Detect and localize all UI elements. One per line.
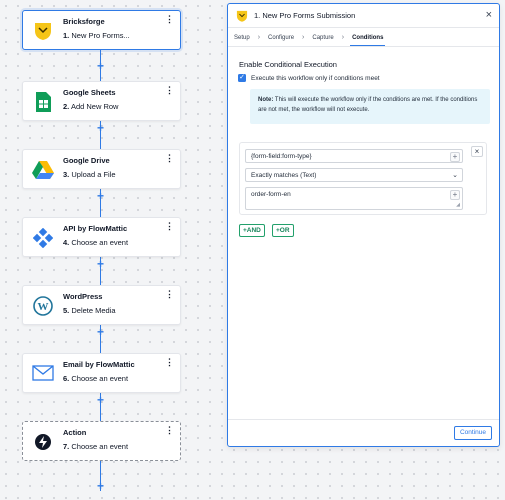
step-action: 4. Choose an event [63, 238, 129, 247]
resize-handle-icon[interactable]: ◢ [456, 202, 460, 208]
add-step-button[interactable]: + [95, 394, 106, 406]
add-and-button[interactable]: +AND [239, 224, 265, 237]
divider [228, 46, 499, 47]
panel-title: 1. New Pro Forms Submission [254, 11, 356, 20]
field-value: {form-field:form-type} [251, 153, 312, 160]
step-app-name: WordPress [63, 292, 103, 301]
tab-setup[interactable]: Setup [232, 30, 252, 46]
insert-tag-button[interactable]: + [450, 190, 460, 200]
workflow-step-email[interactable]: Email by FlowMattic 6. Choose an event ⋮ [22, 353, 181, 393]
workflow-step-wordpress[interactable]: W WordPress 5. Delete Media ⋮ [22, 285, 181, 325]
workflow-step-google-drive[interactable]: Google Drive 3. Upload a File ⋮ [22, 149, 181, 189]
step-app-name: Bricksforge [63, 17, 105, 26]
workflow-step-google-sheets[interactable]: Google Sheets 2. Add New Row ⋮ [22, 81, 181, 121]
chevron-right-icon: › [341, 34, 345, 41]
add-step-button[interactable]: + [95, 326, 106, 338]
bolt-icon [29, 428, 57, 456]
value-text: order-form-en [251, 191, 291, 198]
note-text: This will execute the workflow only if t… [258, 97, 478, 113]
conditional-execution-row: ✓ Execute this workflow only if conditio… [238, 74, 380, 82]
workflow-step-api[interactable]: API by FlowMattic 4. Choose an event ⋮ [22, 217, 181, 257]
more-options-icon[interactable]: ⋮ [165, 154, 174, 163]
operator-value: Exactly matches (Text) [251, 172, 317, 179]
add-step-button[interactable]: + [95, 122, 106, 134]
chevron-right-icon: › [257, 34, 261, 41]
condition-group: {form-field:form-type} + Exactly matches… [239, 142, 487, 215]
panel-header: 1. New Pro Forms Submission × [228, 4, 499, 28]
bricksforge-icon [29, 17, 57, 45]
more-options-icon[interactable]: ⋮ [165, 222, 174, 231]
email-icon [29, 360, 57, 388]
google-drive-icon [29, 156, 57, 184]
insert-tag-button[interactable]: + [450, 152, 460, 162]
step-action: 1. New Pro Forms... [63, 31, 130, 40]
condition-field-input[interactable]: {form-field:form-type} + [245, 149, 463, 163]
step-app-name: Action [63, 428, 87, 437]
workflow-step-action[interactable]: Action 7. Choose an event ⋮ [22, 421, 181, 461]
step-settings-panel: 1. New Pro Forms Submission × Setup › Co… [227, 3, 500, 447]
continue-button[interactable]: Continue [453, 426, 492, 440]
step-action: 7. Choose an event [63, 442, 129, 451]
add-step-button[interactable]: + [95, 190, 106, 202]
more-options-icon[interactable]: ⋮ [165, 86, 174, 95]
tab-conditions[interactable]: Conditions [350, 30, 386, 46]
step-action: 3. Upload a File [63, 170, 116, 179]
add-step-button[interactable]: + [95, 258, 106, 270]
condition-value-input[interactable]: order-form-en + ◢ [245, 187, 463, 210]
svg-text:W: W [38, 301, 49, 313]
api-icon [29, 224, 57, 252]
conditional-execution-checkbox[interactable]: ✓ [238, 74, 246, 82]
close-icon[interactable]: × [486, 9, 492, 21]
step-app-name: API by FlowMattic [63, 224, 128, 233]
step-action: 5. Delete Media [63, 306, 116, 315]
divider [228, 419, 499, 420]
wordpress-icon: W [29, 292, 57, 320]
chevron-down-icon: ⌄ [452, 172, 458, 179]
google-sheets-icon [29, 88, 57, 116]
step-app-name: Google Drive [63, 156, 110, 165]
more-options-icon[interactable]: ⋮ [165, 358, 174, 367]
more-options-icon[interactable]: ⋮ [165, 290, 174, 299]
step-app-name: Email by FlowMattic [63, 360, 135, 369]
bricksforge-icon [235, 9, 249, 23]
step-action: 2. Add New Row [63, 102, 119, 111]
checkbox-label: Execute this workflow only if conditions… [251, 74, 380, 82]
more-options-icon[interactable]: ⋮ [165, 426, 174, 435]
remove-condition-button[interactable]: × [471, 146, 483, 157]
note-label: Note: [258, 97, 274, 103]
tab-capture[interactable]: Capture [310, 30, 335, 46]
section-title: Enable Conditional Execution [239, 60, 337, 69]
workflow-step-bricksforge[interactable]: Bricksforge 1. New Pro Forms... ⋮ [22, 10, 181, 50]
chevron-right-icon: › [302, 34, 305, 41]
condition-operator-select[interactable]: Exactly matches (Text) ⌄ [245, 168, 463, 182]
step-app-name: Google Sheets [63, 88, 116, 97]
more-options-icon[interactable]: ⋮ [165, 15, 174, 24]
add-or-button[interactable]: +OR [272, 224, 294, 237]
step-action: 6. Choose an event [63, 374, 129, 383]
panel-tabs: Setup › Configure › Capture › Conditions [232, 30, 499, 46]
info-note: Note: This will execute the workflow onl… [250, 89, 490, 124]
tab-configure[interactable]: Configure [266, 30, 296, 46]
add-step-button[interactable]: + [95, 480, 106, 492]
add-step-button[interactable]: + [95, 60, 106, 72]
